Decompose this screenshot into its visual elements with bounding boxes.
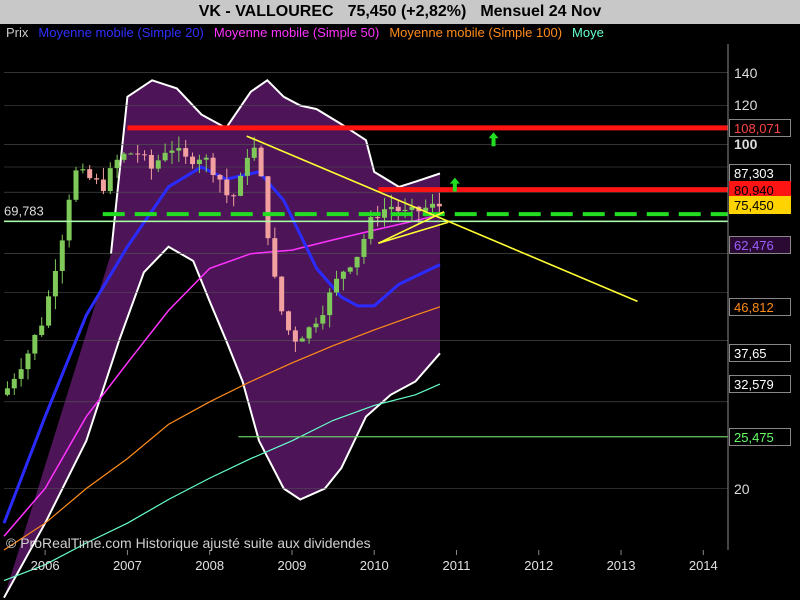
candle-body [265,176,271,239]
candle-body [52,270,58,297]
price-level-badge: 108,071 [729,118,791,137]
y-tick-label: 120 [734,97,758,114]
candle-body [327,292,333,316]
candle-body [121,153,127,160]
candle-body [292,330,298,342]
candle-body [4,388,10,395]
x-tick-label: 2014 [688,558,718,573]
candle-body [238,175,244,196]
candle-body [59,240,65,271]
x-tick-label: 2012 [524,558,554,573]
candle-body [46,296,52,326]
candle-body [203,157,209,160]
price-level-badge: 25,475 [729,427,791,446]
legend-item-sma100: Moyenne mobile (Simple 100) [389,25,563,40]
price-level-badge: 32,579 [729,375,791,394]
x-tick-label: 2010 [359,558,389,573]
candle-body [169,150,175,153]
candle-body [25,353,31,370]
x-tick-label: 2008 [195,558,225,573]
chart-title-bar: VK - VALLOUREC 75,450 (+2,82%) Mensuel 2… [0,0,800,24]
candle-body [388,206,394,210]
chart-period: Mensuel 24 Nov [480,3,602,20]
legend-item-sma50: Moyenne mobile (Simple 50) [213,25,380,40]
candle-body [279,276,285,312]
x-tick-label: 2011 [442,558,471,573]
y-tick-label: 140 [734,64,758,81]
candle-body [313,323,319,328]
candle-body [100,179,106,192]
candle-body [32,335,38,354]
candle-body [258,147,264,177]
candle-body [66,199,72,241]
legend-item-prix: Prix [6,25,29,40]
candle-body [354,256,360,268]
candle-body [334,278,340,293]
y-tick-label: 20 [734,480,750,497]
candle-body [18,369,24,379]
candle-body [224,179,230,196]
candle-body [395,206,401,212]
candle-body [375,217,381,219]
x-tick-label: 2007 [112,558,142,573]
candle-body [210,157,216,175]
candle-body [340,271,346,279]
candle-body [183,148,189,157]
candle-body [148,154,154,169]
price-level-badge: 37,65 [729,344,791,363]
candle-body [251,147,257,158]
price-level-badge: 75,450 [729,195,791,214]
candle-body [155,160,161,169]
x-tick-label: 2013 [606,558,636,573]
candle-body [114,159,120,169]
candle-body [382,209,388,218]
candle-body [244,157,250,176]
candle-body [39,325,45,336]
candle-body [272,238,278,277]
left-level-label: 69,783 [4,203,44,219]
candle-body [176,148,182,151]
price-chart [2,44,729,599]
candle-body [299,338,305,342]
chart-price-change: 75,450 (+2,82%) [347,3,467,20]
candle-body [347,267,353,272]
chart-symbol: VK - VALLOUREC [198,3,334,20]
candle-body [107,168,113,192]
candle-body [306,327,312,339]
candle-body [162,152,168,161]
candle-body [94,178,100,180]
candle-body [80,169,86,171]
candle-body [196,159,202,165]
legend-item-sma20: Moyenne mobile (Simple 20) [38,25,204,40]
candle-body [361,238,367,257]
price-level-badge: 62,476 [729,236,791,255]
price-level-badge: 46,812 [729,297,791,316]
candle-body [190,156,196,165]
candle-body [142,154,148,156]
candle-body [128,153,134,155]
legend-item-sma200: Moye [572,25,604,40]
x-tick-label: 2006 [30,558,60,573]
candle-body [402,209,408,212]
candle-body [320,315,326,324]
candle-body [11,378,17,389]
x-tick-label: 2009 [277,558,307,573]
candle-body [87,169,93,179]
candle-body [231,195,237,197]
candle-body [73,170,79,200]
watermark: © ProRealTime.com Historique ajusté suit… [6,535,371,551]
y-tick-label: 100 [734,136,758,153]
candle-body [368,217,374,239]
candle-body [436,203,442,207]
candle-body [286,311,292,331]
candle-body [430,203,436,208]
candle-body [217,174,223,180]
chart-legend: Prix Moyenne mobile (Simple 20) Moyenne … [6,25,728,40]
candle-body [135,153,141,155]
